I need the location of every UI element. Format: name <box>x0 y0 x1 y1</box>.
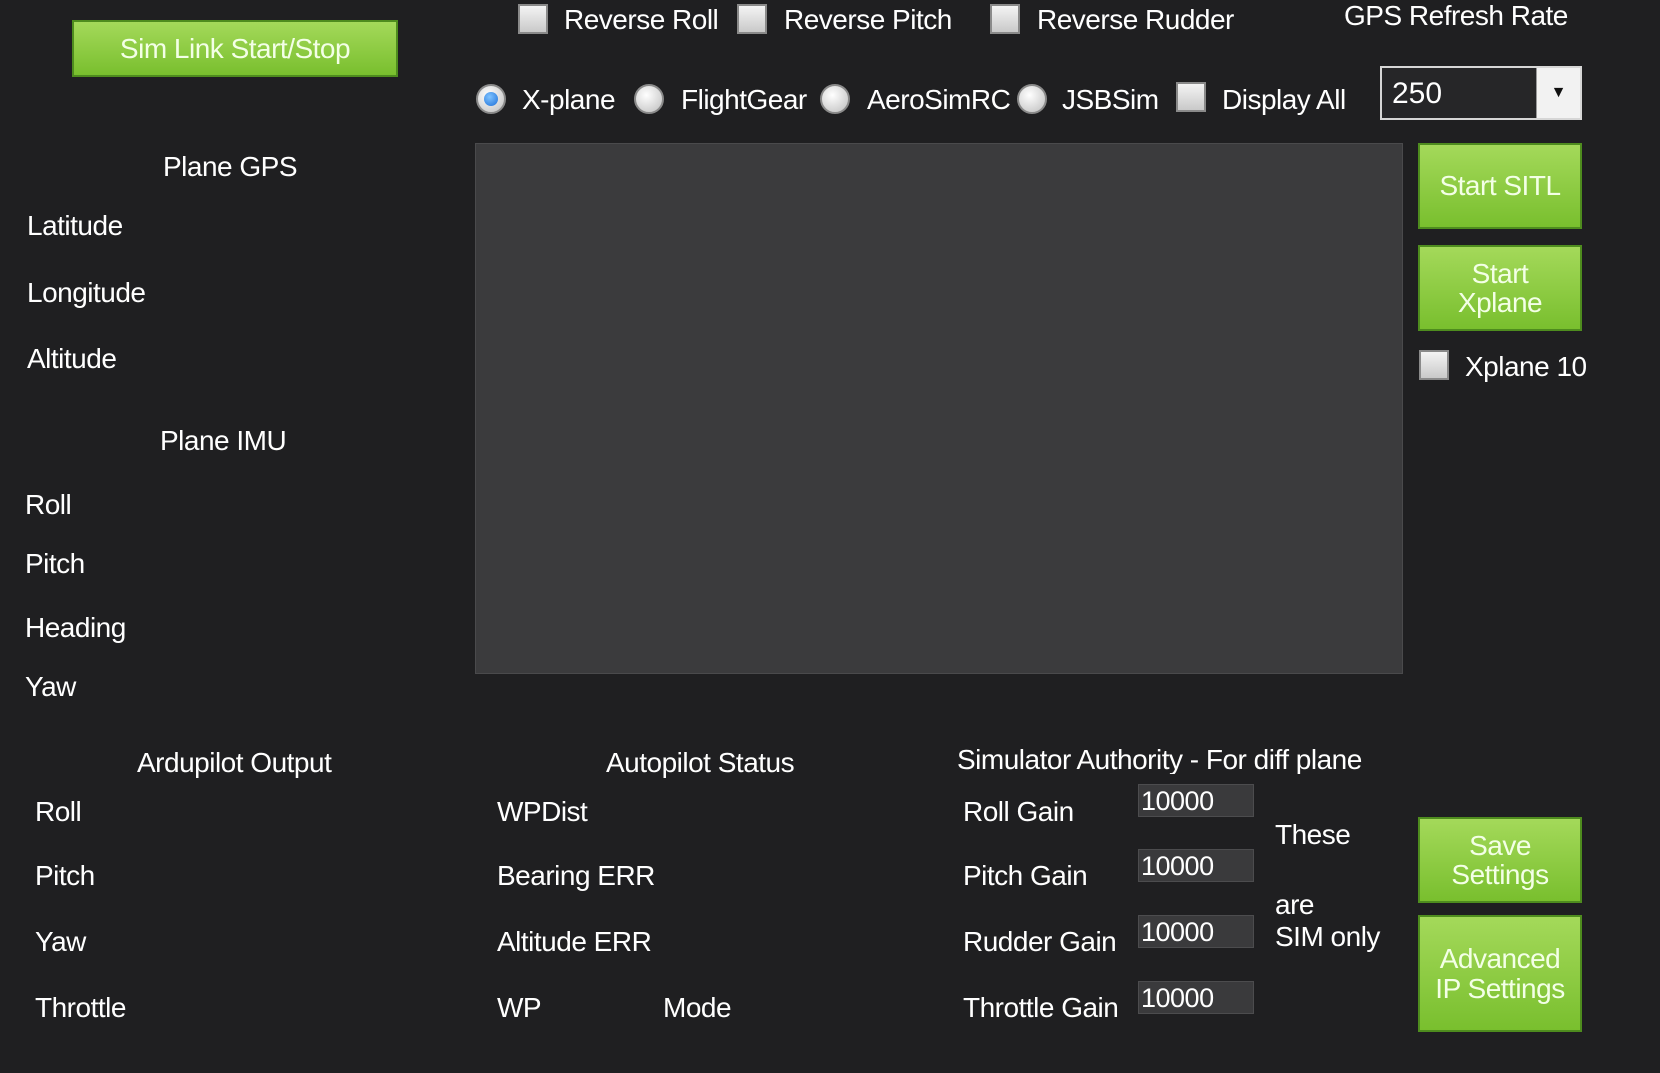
output-pitch-label: Pitch <box>35 860 95 891</box>
reverse-pitch-label: Reverse Pitch <box>784 4 952 35</box>
pitch-gain-input[interactable]: 10000 <box>1138 849 1254 882</box>
longitude-label: Longitude <box>27 277 146 308</box>
reverse-roll-label: Reverse Roll <box>564 4 719 35</box>
output-yaw-label: Yaw <box>35 926 86 957</box>
wpdist-label: WPDist <box>497 796 588 827</box>
jsbsim-radio[interactable] <box>1017 84 1047 114</box>
advanced-ip-settings-label-line2: IP Settings <box>1435 972 1565 1004</box>
reverse-rudder-label: Reverse Rudder <box>1037 4 1234 35</box>
autopilot-status-title: Autopilot Status <box>606 747 795 778</box>
reverse-roll-checkbox[interactable] <box>518 4 548 34</box>
bearing-err-label: Bearing ERR <box>497 860 655 891</box>
xplane-radio[interactable] <box>476 84 506 114</box>
gps-refresh-rate-value: 250 <box>1392 77 1443 110</box>
roll-gain-label: Roll Gain <box>963 796 1074 827</box>
flightgear-radio[interactable] <box>634 84 664 114</box>
wp-label: WP <box>497 992 542 1023</box>
sim-link-button-label: Sim Link Start/Stop <box>119 32 351 64</box>
start-xplane-label-line1: Start <box>1471 257 1529 289</box>
xplane10-checkbox[interactable] <box>1419 350 1449 380</box>
latitude-label: Latitude <box>27 210 123 241</box>
imu-heading-label: Heading <box>25 612 126 643</box>
save-settings-button[interactable]: Save Settings <box>1418 817 1582 903</box>
reverse-pitch-checkbox[interactable] <box>737 4 767 34</box>
gps-refresh-rate-select[interactable]: 250 ▼ <box>1380 66 1582 120</box>
output-roll-label: Roll <box>35 796 82 827</box>
start-xplane-label-line2: Xplane <box>1457 287 1543 318</box>
imu-pitch-label: Pitch <box>25 548 85 579</box>
plane-gps-title: Plane GPS <box>163 151 298 182</box>
start-xplane-button[interactable]: Start Xplane <box>1418 245 1582 331</box>
aerosimrc-radio[interactable] <box>820 84 850 114</box>
sim-link-start-stop-button[interactable]: Sim Link Start/Stop <box>72 20 398 77</box>
roll-gain-input[interactable]: 10000 <box>1138 784 1254 817</box>
display-all-label: Display All <box>1222 84 1346 115</box>
throttle-gain-label: Throttle Gain <box>963 992 1119 1023</box>
save-settings-label-line1: Save <box>1469 829 1531 861</box>
sim-only-note-line1: These <box>1275 819 1351 850</box>
start-sitl-label: Start SITL <box>1439 170 1561 202</box>
save-settings-label-line2: Settings <box>1451 859 1549 890</box>
start-sitl-button[interactable]: Start SITL <box>1418 143 1582 229</box>
mode-label: Mode <box>663 992 732 1023</box>
throttle-gain-input[interactable]: 10000 <box>1138 981 1254 1014</box>
flightgear-label: FlightGear <box>681 84 807 115</box>
simulation-panel: Sim Link Start/Stop Reverse Roll Reverse… <box>0 0 1660 1073</box>
chevron-down-icon[interactable]: ▼ <box>1536 68 1580 118</box>
rudder-gain-input[interactable]: 10000 <box>1138 915 1254 948</box>
advanced-ip-settings-button[interactable]: Advanced IP Settings <box>1418 915 1582 1032</box>
display-all-checkbox[interactable] <box>1176 82 1206 112</box>
xplane-label: X-plane <box>522 84 616 115</box>
aerosimrc-label: AeroSimRC <box>867 84 1011 115</box>
pitch-gain-label: Pitch Gain <box>963 860 1088 891</box>
imu-yaw-label: Yaw <box>25 671 76 702</box>
sim-only-note-line3: SIM only <box>1275 921 1380 952</box>
simulator-output-area[interactable] <box>475 143 1403 674</box>
xplane10-label: Xplane 10 <box>1465 351 1587 382</box>
plane-imu-title: Plane IMU <box>160 425 287 456</box>
gps-refresh-rate-label: GPS Refresh Rate <box>1344 0 1568 31</box>
sim-only-note-line2: are <box>1275 889 1314 920</box>
jsbsim-label: JSBSim <box>1062 84 1159 115</box>
output-throttle-label: Throttle <box>35 992 126 1023</box>
ardupilot-output-title: Ardupilot Output <box>137 747 332 778</box>
simulator-authority-title: Simulator Authority - For diff plane <box>957 746 1362 774</box>
imu-roll-label: Roll <box>25 489 72 520</box>
advanced-ip-settings-label-line1: Advanced <box>1439 943 1561 975</box>
altitude-err-label: Altitude ERR <box>497 926 652 957</box>
reverse-rudder-checkbox[interactable] <box>990 4 1020 34</box>
rudder-gain-label: Rudder Gain <box>963 926 1117 957</box>
altitude-label: Altitude <box>27 343 117 374</box>
